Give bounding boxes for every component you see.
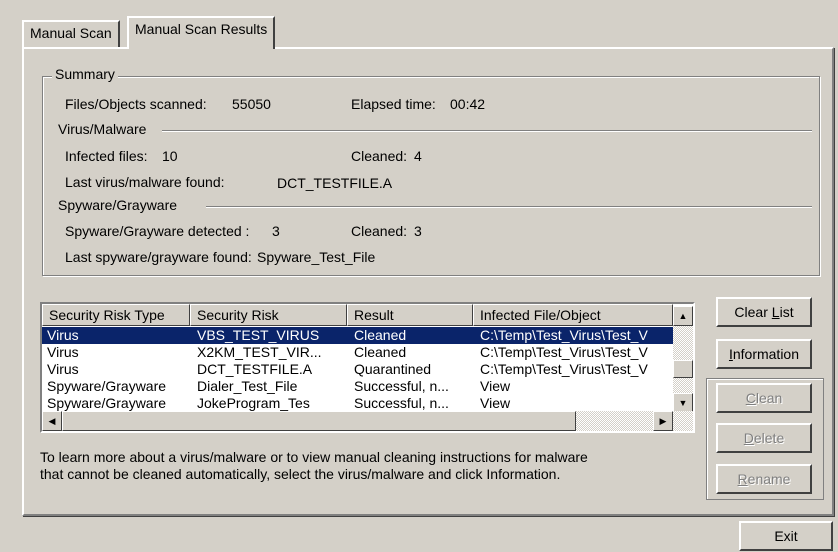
last-spyware-value: Spyware_Test_File <box>257 249 376 265</box>
cell-result: Cleaned <box>354 344 407 360</box>
table-row[interactable]: Virus X2KM_TEST_VIR... Cleaned C:\Temp\T… <box>42 344 673 361</box>
horizontal-scroll-thumb[interactable] <box>62 411 576 431</box>
table-row[interactable]: Spyware/Grayware JokeProgram_Tes Success… <box>42 395 673 412</box>
spyware-detected-value: 3 <box>272 223 280 239</box>
cell-security-risk: X2KM_TEST_VIR... <box>197 344 322 360</box>
virus-malware-separator <box>162 130 812 132</box>
cell-risk-type: Virus <box>47 361 79 377</box>
information-button[interactable]: Information <box>716 339 812 369</box>
clear-list-button[interactable]: Clear List <box>716 297 812 327</box>
cell-result: Cleaned <box>354 327 407 343</box>
cell-infected-file: C:\Temp\Test_Virus\Test_V <box>480 344 648 360</box>
cell-infected-file: C:\Temp\Test_Virus\Test_V <box>480 361 648 377</box>
cell-risk-type: Spyware/Grayware <box>47 395 167 411</box>
column-header-infected-file[interactable]: Infected File/Object <box>473 304 673 326</box>
arrow-up-icon: ▲ <box>678 311 688 321</box>
cell-infected-file: View <box>480 395 511 411</box>
exit-button[interactable]: Exit <box>739 521 833 551</box>
virus-cleaned-label: Cleaned: <box>351 148 408 164</box>
spyware-cleaned-label: Cleaned: <box>351 223 408 239</box>
spyware-grayware-section-label: Spyware/Grayware <box>58 197 178 213</box>
tab-manual-scan-results-label: Manual Scan Results <box>135 21 268 37</box>
cell-security-risk: Dialer_Test_File <box>197 378 298 394</box>
arrow-down-icon: ▼ <box>678 398 688 408</box>
files-scanned-value: 55050 <box>232 96 271 112</box>
cell-risk-type: Virus <box>47 344 79 360</box>
summary-legend: Summary <box>52 66 118 82</box>
column-header-result[interactable]: Result <box>347 304 473 326</box>
cell-result: Successful, n... <box>354 378 449 394</box>
table-row[interactable]: Virus VBS_TEST_VIRUS Cleaned C:\Temp\Tes… <box>42 327 673 344</box>
cell-risk-type: Virus <box>47 327 79 343</box>
cell-security-risk: VBS_TEST_VIRUS <box>197 327 320 343</box>
delete-button[interactable]: Delete <box>716 423 812 453</box>
infected-files-value: 10 <box>162 148 178 164</box>
tab-manual-scan[interactable]: Manual Scan <box>22 20 120 48</box>
cell-security-risk: JokeProgram_Tes <box>197 395 310 411</box>
last-spyware-label: Last spyware/grayware found: <box>65 249 252 265</box>
cell-infected-file: View <box>480 378 511 394</box>
table-row[interactable]: Virus DCT_TESTFILE.A Quarantined C:\Temp… <box>42 361 673 378</box>
virus-malware-section-label: Virus/Malware <box>58 121 147 137</box>
virus-cleaned-value: 4 <box>414 148 422 164</box>
results-header: Security Risk Type Security Risk Result … <box>42 304 693 326</box>
cell-infected-file: C:\Temp\Test_Virus\Test_V <box>480 327 648 343</box>
info-text-line-2: that cannot be cleaned automatically, se… <box>40 466 561 482</box>
last-virus-label: Last virus/malware found: <box>65 174 225 190</box>
elapsed-time-value: 00:42 <box>450 96 486 112</box>
cell-risk-type: Spyware/Grayware <box>47 378 167 394</box>
elapsed-time-label: Elapsed time: <box>351 96 436 112</box>
arrow-right-icon: ▶ <box>659 416 667 426</box>
scroll-left-button[interactable]: ◀ <box>42 411 62 431</box>
arrow-left-icon: ◀ <box>48 416 56 426</box>
last-virus-value: DCT_TESTFILE.A <box>277 175 393 191</box>
table-row[interactable]: Spyware/Grayware Dialer_Test_File Succes… <box>42 378 673 395</box>
rename-button[interactable]: Rename <box>716 464 812 494</box>
vertical-scroll-thumb[interactable] <box>673 360 693 378</box>
scroll-down-button[interactable]: ▼ <box>673 393 693 413</box>
scroll-right-button[interactable]: ▶ <box>653 411 673 431</box>
infected-files-label: Infected files: <box>65 148 148 164</box>
spyware-detected-label: Spyware/Grayware detected : <box>65 223 250 239</box>
tab-manual-scan-results[interactable]: Manual Scan Results <box>127 16 276 49</box>
spyware-grayware-separator <box>206 206 812 208</box>
column-header-risk-type[interactable]: Security Risk Type <box>42 304 190 326</box>
info-text-line-1: To learn more about a virus/malware or t… <box>40 449 588 465</box>
tab-manual-scan-label: Manual Scan <box>30 25 112 41</box>
files-scanned-label: Files/Objects scanned: <box>65 96 207 112</box>
cell-security-risk: DCT_TESTFILE.A <box>197 361 313 377</box>
clean-button[interactable]: Clean <box>716 383 812 413</box>
cell-result: Quarantined <box>354 361 432 377</box>
results-list[interactable]: Security Risk Type Security Risk Result … <box>40 302 695 433</box>
spyware-cleaned-value: 3 <box>414 223 422 239</box>
scroll-up-button[interactable]: ▲ <box>673 306 693 326</box>
column-header-security-risk[interactable]: Security Risk <box>190 304 347 326</box>
cell-result: Successful, n... <box>354 395 449 411</box>
horizontal-scrollbar[interactable]: ◀ ▶ <box>42 411 693 431</box>
